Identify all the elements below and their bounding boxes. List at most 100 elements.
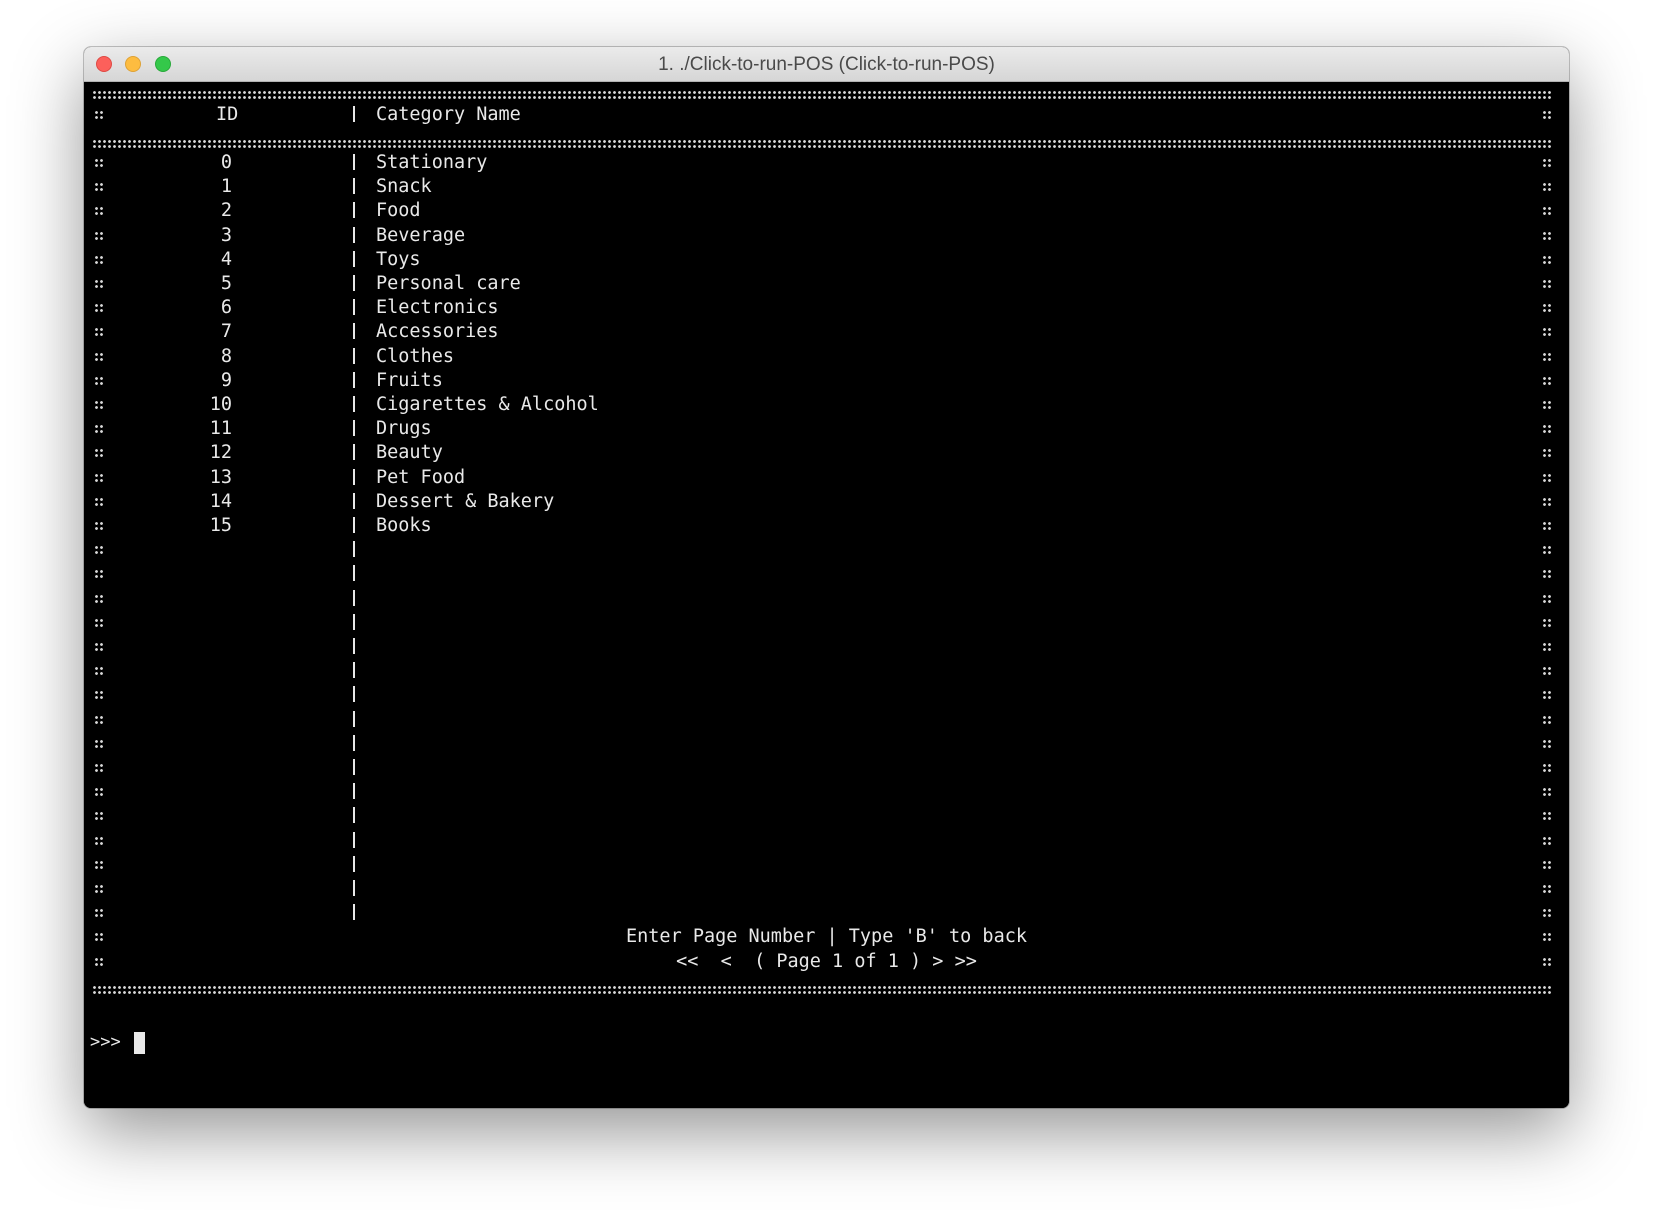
category-name: Toys [376,248,421,270]
column-divider [353,250,355,267]
category-name: Dessert & Bakery [376,490,555,512]
category-id: 2 [220,200,232,222]
border-right [1542,279,1552,289]
border-right [1542,230,1552,241]
border-left [94,303,104,314]
terminal-screen[interactable]: ID Category Name 0 Stationary 1 Snack 2 Food 3… [84,82,1569,1108]
border-right [1542,811,1552,822]
column-divider [353,468,355,485]
border-right [1542,763,1552,773]
terminal-window: 1. ./Click-to-run-POS (Click-to-run-POS)… [84,47,1569,1108]
category-name: Beauty [376,442,443,464]
table-row: 11 Drugs [84,416,1569,441]
border-left [94,738,104,749]
border-left [94,569,104,580]
border-left [94,472,104,483]
border-right [1542,303,1552,314]
column-divider [353,420,355,437]
border-left [94,400,104,410]
category-id: 11 [209,418,232,440]
separator-top [92,90,1552,100]
empty-table-row [84,731,1569,756]
empty-table-row [84,852,1569,877]
category-name: Personal care [376,273,521,294]
empty-table-row [84,537,1569,562]
pagination-row: << < ( Page 1 of 1 ) > >> [84,949,1569,974]
border-left [94,158,104,168]
column-divider [353,904,355,921]
column-divider [353,299,355,316]
border-right [1542,182,1552,193]
border-right [1542,448,1552,459]
table-row: 3 Beverage [84,223,1569,248]
border-right [1542,472,1552,483]
category-name: Food [376,200,421,222]
border-right [1542,351,1552,362]
border-left [94,666,104,677]
column-divider [353,759,355,775]
border-right [1542,206,1552,217]
category-name: Fruits [376,369,443,391]
column-divider [353,275,355,291]
border-left [94,714,104,725]
border-right [1542,666,1552,677]
border-right [1542,642,1552,652]
empty-table-row [84,828,1569,853]
border-left [94,787,104,798]
header-category-name: Category Name [376,104,521,125]
table-row: 4 Toys [84,247,1569,272]
border-right [1542,617,1552,628]
column-divider [353,226,355,243]
table-row: 12 Beauty [84,440,1569,465]
category-id: 10 [209,394,232,415]
border-left [94,375,104,386]
empty-table-row [84,610,1569,635]
category-id: 13 [209,466,232,488]
category-id: 1 [220,176,232,198]
border-left [94,908,104,919]
border-right [1542,957,1552,967]
empty-table-row [84,755,1569,780]
border-left [94,763,104,773]
category-id: 5 [220,273,232,294]
border-right [1542,327,1552,338]
table-row: 2 Food [84,198,1569,223]
column-divider [353,662,355,679]
category-id: 15 [209,515,232,536]
border-left [94,496,104,507]
table-row: 0 Stationary [84,150,1569,175]
border-right [1542,932,1552,942]
column-divider [353,638,355,654]
category-name: Stationary [376,152,488,173]
table-row: 10 Cigarettes & Alcohol [84,392,1569,417]
column-divider [353,517,355,533]
column-divider [353,371,355,388]
column-divider [353,613,355,630]
separator-bottom [92,985,1552,995]
category-id: 3 [220,224,232,246]
border-left [94,279,104,289]
border-left [94,110,104,120]
border-right [1542,254,1552,265]
category-id: 14 [209,490,232,512]
text-cursor[interactable] [134,1032,145,1054]
column-divider [353,565,355,582]
window-title: 1. ./Click-to-run-POS (Click-to-run-POS) [658,54,995,75]
border-right [1542,424,1552,435]
category-id: 4 [220,248,232,270]
footer-instruction: Enter Page Number | Type 'B' to back [626,926,1027,947]
table-row: 7 Accessories [84,319,1569,344]
category-id: 7 [220,321,232,343]
border-left [94,230,104,241]
category-id: 9 [220,369,232,391]
border-left [94,182,104,193]
border-left [94,617,104,628]
title-bar[interactable]: 1. ./Click-to-run-POS (Click-to-run-POS) [84,47,1569,82]
border-left [94,835,104,846]
empty-table-row [84,586,1569,611]
border-right [1542,569,1552,580]
category-name: Accessories [376,321,499,343]
border-right [1542,110,1552,120]
column-divider [353,444,355,461]
border-right [1542,884,1552,894]
